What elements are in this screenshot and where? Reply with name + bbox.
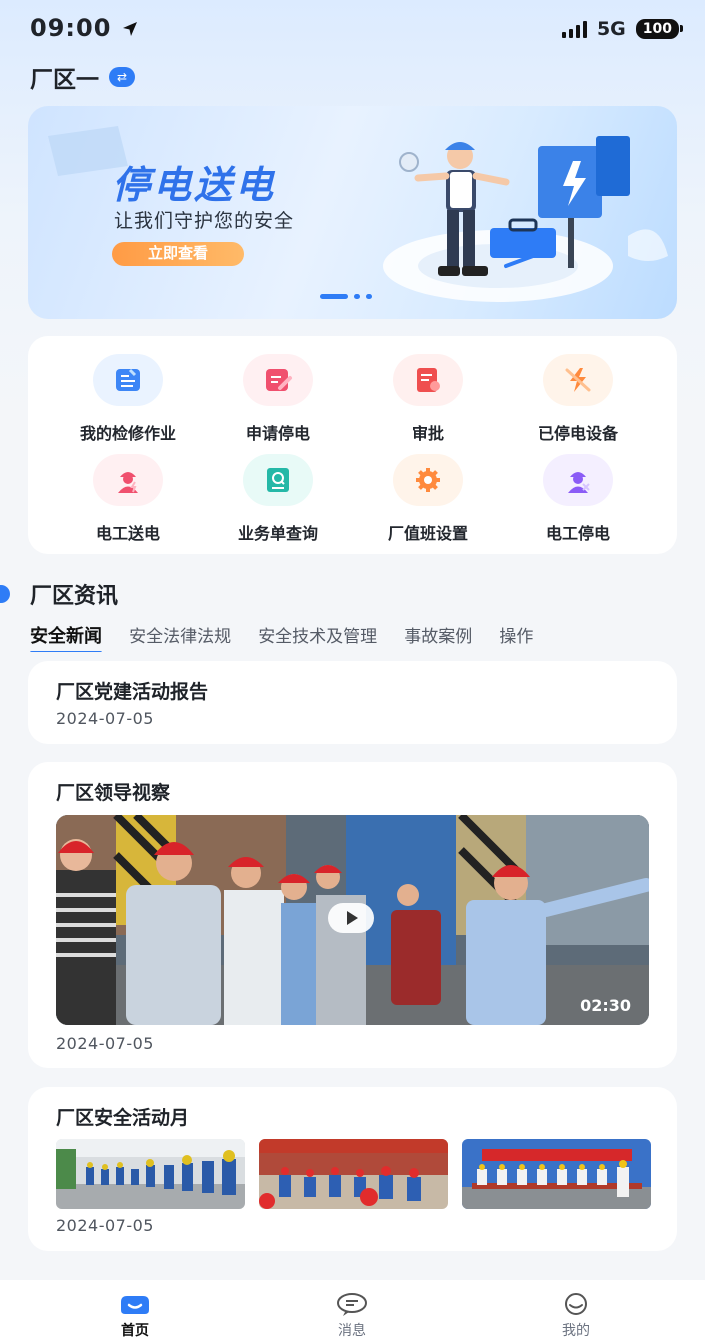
news-title: 厂区安全活动月 bbox=[56, 1107, 190, 1129]
action-electrician-power-on[interactable]: 电工送电 bbox=[53, 454, 203, 554]
action-apply-outage[interactable]: 申请停电 bbox=[203, 354, 353, 454]
action-label: 业务单查询 bbox=[237, 524, 318, 543]
signal-icon bbox=[561, 20, 587, 38]
action-powered-off-devices[interactable]: 已停电设备 bbox=[503, 354, 653, 454]
action-label: 申请停电 bbox=[245, 424, 310, 443]
status-time: 09:00 bbox=[30, 14, 139, 42]
tabbar-label: 首页 bbox=[121, 1323, 149, 1339]
action-duty-settings[interactable]: 厂值班设置 bbox=[353, 454, 503, 554]
action-label: 电工送电 bbox=[95, 524, 160, 543]
action-electrician-power-off[interactable]: 电工停电 bbox=[503, 454, 653, 554]
video-duration: 02:30 bbox=[580, 996, 631, 1015]
play-icon[interactable] bbox=[328, 903, 374, 933]
action-my-repair-tasks[interactable]: 我的检修作业 bbox=[53, 354, 203, 454]
section-marker bbox=[0, 585, 10, 603]
action-order-query[interactable]: 业务单查询 bbox=[203, 454, 353, 554]
news-section-header: 厂区资讯 bbox=[0, 578, 118, 610]
profile-icon bbox=[565, 1293, 587, 1315]
order-search-icon bbox=[243, 454, 313, 506]
news-image[interactable] bbox=[56, 1139, 245, 1209]
status-bar: 09:00 5G 100 bbox=[0, 0, 705, 58]
news-thumbnails bbox=[56, 1139, 651, 1209]
banner-subtitle: 让我们守护您的安全 bbox=[114, 210, 295, 232]
tab-accident-cases[interactable]: 事故案例 bbox=[404, 622, 472, 652]
promo-banner[interactable]: 停电送电 让我们守护您的安全 立即查看 bbox=[28, 106, 677, 319]
battery-icon: 100 bbox=[635, 19, 684, 39]
tabbar-profile[interactable]: 我的 bbox=[536, 1292, 616, 1340]
action-label: 电工停电 bbox=[545, 524, 610, 543]
banner-dot[interactable] bbox=[366, 294, 372, 299]
banner-pagination[interactable] bbox=[320, 294, 372, 299]
news-date: 2024-07-05 bbox=[56, 1034, 154, 1053]
tabbar-messages[interactable]: 消息 bbox=[312, 1292, 392, 1340]
location-arrow-icon bbox=[122, 22, 137, 36]
news-date: 2024-07-05 bbox=[56, 709, 154, 728]
message-icon bbox=[337, 1293, 367, 1316]
action-label: 已停电设备 bbox=[537, 424, 618, 443]
tabbar-home[interactable]: 首页 bbox=[95, 1292, 175, 1340]
news-category-tabs: 安全新闻 安全法律法规 安全技术及管理 事故案例 操作 bbox=[30, 622, 705, 652]
tab-safety-tech[interactable]: 安全技术及管理 bbox=[258, 622, 377, 652]
banner-dot[interactable] bbox=[354, 294, 360, 299]
bottom-tab-bar: 首页 消息 我的 bbox=[0, 1280, 705, 1340]
power-off-device-icon bbox=[543, 354, 613, 406]
tab-safety-news[interactable]: 安全新闻 bbox=[30, 622, 102, 652]
news-image[interactable] bbox=[259, 1139, 448, 1209]
action-label: 我的检修作业 bbox=[79, 424, 176, 443]
action-label: 审批 bbox=[411, 424, 444, 443]
tabbar-label: 消息 bbox=[338, 1323, 366, 1339]
news-card[interactable]: 厂区安全活动月 2024-07-05 bbox=[28, 1087, 677, 1251]
news-card[interactable]: 厂区领导视察 02:30 2024-07-05 bbox=[28, 762, 677, 1068]
quick-actions-card: 我的检修作业 申请停电 审批 已停电设备 电工送电 业务单查询 厂值班设置 电工… bbox=[28, 336, 677, 554]
approval-icon bbox=[393, 354, 463, 406]
tab-operations[interactable]: 操作 bbox=[499, 622, 533, 652]
factory-selector[interactable]: 厂区一 ⇄ bbox=[30, 60, 135, 94]
news-title: 厂区党建活动报告 bbox=[56, 681, 209, 703]
action-approval[interactable]: 审批 bbox=[353, 354, 503, 454]
news-card[interactable]: 厂区党建活动报告 2024-07-05 bbox=[28, 661, 677, 744]
home-icon bbox=[121, 1296, 149, 1314]
news-image[interactable] bbox=[462, 1139, 651, 1209]
electrician-power-on-icon bbox=[93, 454, 163, 506]
action-label: 厂值班设置 bbox=[387, 524, 468, 543]
tab-safety-laws[interactable]: 安全法律法规 bbox=[129, 622, 231, 652]
news-date: 2024-07-05 bbox=[56, 1216, 154, 1235]
tabbar-label: 我的 bbox=[562, 1323, 590, 1339]
repair-task-icon bbox=[93, 354, 163, 406]
news-video[interactable]: 02:30 bbox=[56, 815, 649, 1025]
apply-edit-icon bbox=[243, 354, 313, 406]
view-now-button[interactable]: 立即查看 bbox=[112, 242, 244, 266]
banner-title: 停电送电 bbox=[112, 163, 277, 207]
factory-name: 厂区一 bbox=[30, 67, 99, 93]
network-type: 5G bbox=[596, 18, 626, 40]
banner-dot-active[interactable] bbox=[320, 294, 348, 299]
swap-icon[interactable]: ⇄ bbox=[109, 67, 135, 87]
electrician-power-off-icon bbox=[543, 454, 613, 506]
duty-settings-icon bbox=[393, 454, 463, 506]
news-title: 厂区领导视察 bbox=[56, 782, 171, 804]
section-title: 厂区资讯 bbox=[30, 584, 119, 609]
